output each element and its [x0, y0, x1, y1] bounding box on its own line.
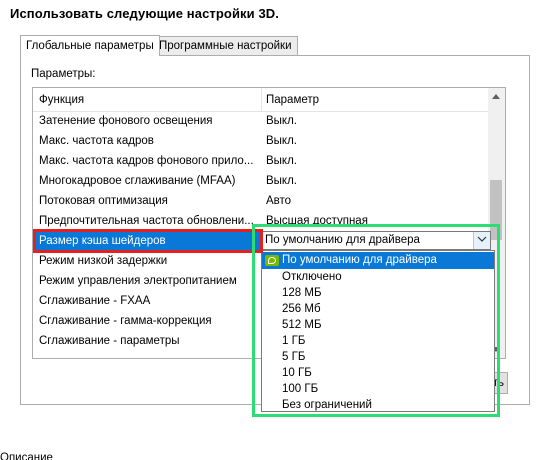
dropdown-option[interactable]: 256 Мб	[262, 301, 494, 318]
row-function: Режим низкой задержки	[39, 255, 168, 267]
dropdown-option[interactable]: 5 ГБ	[262, 349, 494, 366]
row-function: Размер кэша шейдеров	[39, 235, 166, 247]
option-label: 100 ГБ	[282, 383, 319, 395]
table-row[interactable]: Макс. частота кадров фонового прило... В…	[33, 152, 489, 172]
column-header-function[interactable]: Функция	[39, 94, 84, 106]
column-divider[interactable]	[261, 88, 262, 112]
dropdown-option[interactable]: 10 ГБ	[262, 365, 494, 382]
scroll-up-arrow-icon[interactable]	[492, 94, 500, 99]
row-function: Многокадровое сглаживание (MFAA)	[39, 175, 236, 187]
scroll-thumb[interactable]	[490, 180, 502, 240]
row-function: Затенение фонового освещения	[39, 115, 213, 127]
column-header-parameter[interactable]: Параметр	[266, 94, 319, 106]
dropdown-option[interactable]: Отключено	[262, 269, 494, 286]
row-parameter: Выкл.	[266, 135, 298, 147]
grid-header: Функция Параметр	[33, 88, 489, 112]
row-parameter: Выкл.	[266, 155, 298, 167]
row-parameter: Выкл.	[266, 115, 298, 127]
tab-program-settings[interactable]: Программные настройки	[153, 36, 298, 56]
dropdown-option[interactable]: 1 ГБ	[262, 333, 494, 350]
description-label: Описание	[0, 452, 53, 460]
row-function: Режим управления электропитанием	[39, 275, 237, 287]
dropdown-option[interactable]: По умолчанию для драйвера	[262, 252, 494, 269]
option-label: 512 МБ	[282, 319, 322, 331]
option-label: 10 ГБ	[282, 367, 312, 379]
row-function: Сглаживание - параметры	[39, 335, 180, 347]
dropdown-option[interactable]: Без ограничений	[262, 397, 494, 414]
select-value: По умолчанию для драйвера	[265, 234, 420, 246]
dropdown-toggle-button[interactable]	[473, 232, 490, 249]
row-function: Потоковая оптимизация	[39, 195, 168, 207]
option-label: 256 Мб	[282, 303, 321, 315]
option-label: По умолчанию для драйвера	[282, 254, 437, 266]
option-label: 1 ГБ	[282, 335, 306, 347]
row-function: Сглаживание - гамма-коррекция	[39, 315, 212, 327]
table-row[interactable]: Многокадровое сглаживание (MFAA) Выкл.	[33, 172, 489, 192]
dropdown-option[interactable]: 128 МБ	[262, 285, 494, 302]
option-label: Отключено	[282, 271, 342, 283]
table-row[interactable]: Предпочтительная частота обновлени... Вы…	[33, 212, 489, 232]
shader-cache-size-select[interactable]: По умолчанию для драйвера	[261, 231, 491, 250]
params-label: Параметры:	[31, 68, 96, 80]
row-function: Макс. частота кадров фонового прило...	[39, 155, 254, 167]
row-parameter: Авто	[266, 195, 292, 207]
option-label: Без ограничений	[282, 399, 372, 411]
option-label: 128 МБ	[282, 287, 322, 299]
tab-global-settings[interactable]: Глобальные параметры	[20, 35, 160, 56]
nvidia-icon	[265, 255, 279, 266]
page-heading: Использовать следующие настройки 3D.	[10, 6, 279, 21]
row-function: Предпочтительная частота обновлени...	[39, 215, 254, 227]
option-label: 5 ГБ	[282, 351, 306, 363]
table-row[interactable]: Макс. частота кадров Выкл.	[33, 132, 489, 152]
dropdown-option[interactable]: 100 ГБ	[262, 381, 494, 398]
chevron-down-icon	[477, 236, 487, 242]
row-function: Макс. частота кадров	[39, 135, 154, 147]
row-parameter: Выкл.	[266, 175, 298, 187]
dropdown-list: По умолчанию для драйвера Отключено 128 …	[261, 250, 495, 412]
table-row[interactable]: Потоковая оптимизация Авто	[33, 192, 489, 212]
table-row[interactable]: Затенение фонового освещения Выкл.	[33, 112, 489, 132]
dropdown-option[interactable]: 512 МБ	[262, 317, 494, 334]
row-function: Сглаживание - FXAA	[39, 295, 151, 307]
row-parameter: Высшая доступная	[266, 215, 368, 227]
